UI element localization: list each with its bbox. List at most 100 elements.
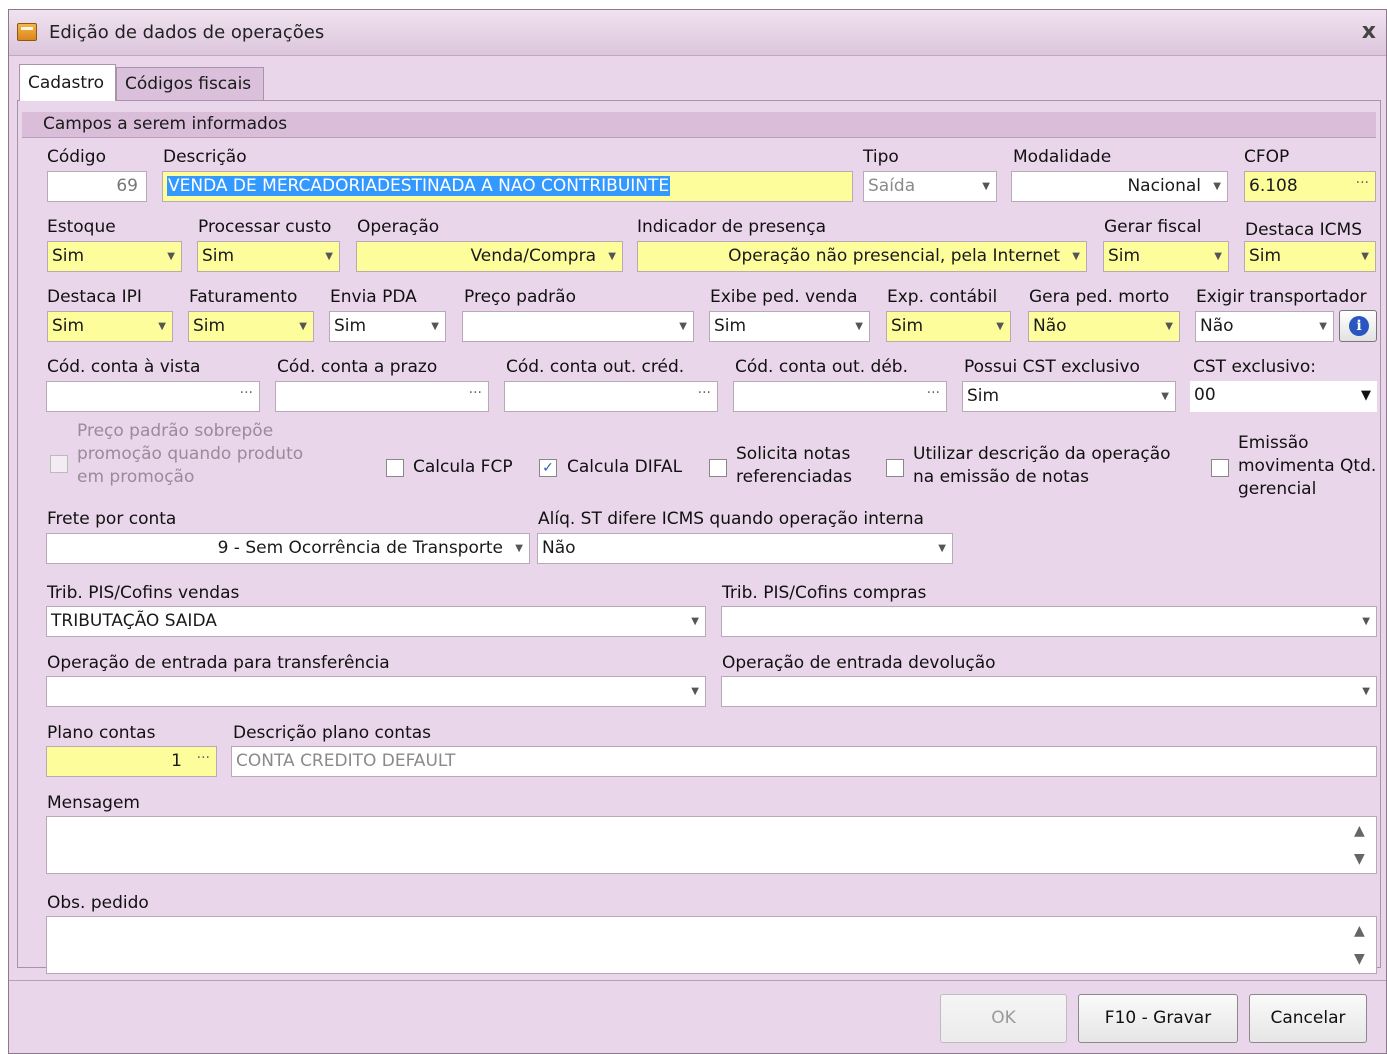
exigir-transportador-select[interactable]: Não ▼ [1195,311,1334,342]
scroll-down-icon[interactable]: ▼ [1354,851,1365,867]
frete-select[interactable]: 9 - Sem Ocorrência de Transporte ▼ [46,533,530,564]
destaca-icms-select[interactable]: Sim ▼ [1244,241,1376,272]
preco-sobrepoe-checkbox[interactable] [50,455,68,473]
cfop-label: CFOP [1244,147,1290,167]
estoque-select[interactable]: Sim ▼ [47,241,182,272]
entrada-devol-select[interactable]: ▼ [721,676,1377,707]
chevron-down-icon: ▼ [1161,391,1169,402]
emissao-movimenta-checkbox[interactable] [1211,459,1229,477]
ellipsis-icon[interactable]: ··· [1356,172,1369,198]
calcula-fcp-label: Calcula FCP [413,457,513,477]
preco-padrao-label: Preço padrão [464,287,576,307]
scroll-up-icon[interactable]: ▲ [1354,923,1365,939]
faturamento-value: Sim [193,316,226,336]
plano-contas-label: Plano contas [47,723,156,743]
plano-contas-field[interactable]: 1 ··· [46,746,217,777]
pis-vendas-select[interactable]: TRIBUTAÇÃO SAIDA ▼ [46,606,706,637]
possui-cst-select[interactable]: Sim ▼ [962,381,1176,412]
cfop-field[interactable]: 6.108 ··· [1244,171,1376,202]
ellipsis-icon[interactable]: ··· [197,747,210,773]
faturamento-select[interactable]: Sim ▼ [188,311,314,342]
modalidade-select[interactable]: Nacional ▼ [1011,171,1228,202]
ellipsis-icon[interactable]: ··· [469,382,482,408]
entrada-devol-label: Operação de entrada devolução [722,653,996,673]
cod-conta-out-cred-field[interactable]: ··· [504,381,718,412]
indicador-presenca-select[interactable]: Operação não presencial, pela Internet ▼ [637,241,1087,272]
envia-pda-select[interactable]: Sim ▼ [329,311,446,342]
operacao-label: Operação [357,217,440,237]
chevron-down-icon: ▼ [158,321,166,332]
window-title: Edição de dados de operações [49,22,325,43]
cod-conta-vista-field[interactable]: ··· [46,381,260,412]
processar-custo-select[interactable]: Sim ▼ [197,241,340,272]
cod-conta-vista-label: Cód. conta à vista [47,357,201,377]
gera-ped-morto-select[interactable]: Não ▼ [1028,311,1180,342]
descricao-label: Descrição [163,147,247,167]
calcula-difal-checkbox[interactable]: ✓ [539,459,557,477]
chevron-down-icon: ▼ [1319,321,1327,332]
pis-vendas-label: Trib. PIS/Cofins vendas [47,583,240,603]
ok-button[interactable]: OK [940,994,1067,1043]
chevron-down-icon: ▼ [1214,251,1222,262]
preco-sobrepoe-line3: em promoção [77,467,195,487]
scroll-up-icon[interactable]: ▲ [1354,823,1365,839]
info-button[interactable]: i [1339,310,1377,342]
cod-conta-out-deb-field[interactable]: ··· [733,381,947,412]
exp-contabil-select[interactable]: Sim ▼ [886,311,1011,342]
descricao-field[interactable]: VENDA DE MERCADORIADESTINADA A NAO CONTR… [162,171,853,202]
chevron-down-icon: ▼ [325,251,333,262]
utilizar-descricao-line1: Utilizar descrição da operação [913,444,1171,464]
preco-sobrepoe-line1: Preço padrão sobrepõe [77,421,274,441]
gerar-fiscal-value: Sim [1108,246,1141,266]
chevron-down-icon: ▼ [691,616,699,627]
ellipsis-icon[interactable]: ··· [698,382,711,408]
tipo-select[interactable]: Saída ▼ [863,171,997,202]
cod-conta-prazo-field[interactable]: ··· [275,381,489,412]
ellipsis-icon[interactable]: ··· [927,382,940,408]
gerar-fiscal-label: Gerar fiscal [1104,217,1202,237]
entrada-transf-select[interactable]: ▼ [46,676,706,707]
utilizar-descricao-checkbox[interactable] [886,459,904,477]
ellipsis-icon[interactable]: ··· [240,382,253,408]
descricao-plano-field[interactable]: CONTA CREDITO DEFAULT [231,746,1377,777]
chevron-down-icon: ▼ [515,543,523,554]
operacao-select[interactable]: Venda/Compra ▼ [356,241,623,272]
faturamento-label: Faturamento [189,287,298,307]
destaca-ipi-label: Destaca IPI [47,287,142,307]
estoque-label: Estoque [47,217,116,237]
cod-conta-out-deb-label: Cód. conta out. déb. [735,357,908,377]
solicita-notas-checkbox[interactable] [709,459,727,477]
exibe-ped-venda-label: Exibe ped. venda [710,287,858,307]
estoque-value: Sim [52,246,85,266]
descricao-plano-value: CONTA CREDITO DEFAULT [236,751,456,771]
mensagem-scrollbar[interactable]: ▲ ▼ [1350,817,1374,873]
aliq-st-select[interactable]: Não ▼ [537,533,953,564]
cst-exclusivo-label: CST exclusivo: [1193,357,1316,377]
preco-padrao-select[interactable]: ▼ [462,311,694,342]
chevron-down-icon: ▼ [299,321,307,332]
close-icon[interactable]: x [1362,19,1376,44]
calcula-fcp-checkbox[interactable] [386,459,404,477]
scroll-down-icon[interactable]: ▼ [1354,951,1365,967]
tab-cadastro[interactable]: Cadastro [19,64,116,101]
exigir-transportador-label: Exigir transportador [1196,287,1367,307]
exp-contabil-value: Sim [891,316,924,336]
tab-panel-cadastro: Campos a serem informados Código 69 Desc… [17,100,1381,974]
obs-pedido-scrollbar[interactable]: ▲ ▼ [1350,917,1374,973]
mensagem-textarea[interactable]: ▲ ▼ [46,816,1377,874]
gerar-fiscal-select[interactable]: Sim ▼ [1103,241,1229,272]
obs-pedido-textarea[interactable]: ▲ ▼ [46,916,1377,974]
gravar-button[interactable]: F10 - Gravar [1078,994,1238,1043]
pis-compras-select[interactable]: ▼ [721,606,1377,637]
codigo-value: 69 [116,176,138,196]
cst-exclusivo-select[interactable]: 00 ▼ [1190,381,1377,412]
exibe-ped-venda-select[interactable]: Sim ▼ [709,311,870,342]
processar-custo-value: Sim [202,246,235,266]
codigo-field[interactable]: 69 [47,171,147,202]
tab-codigos-fiscais[interactable]: Códigos fiscais [116,67,264,100]
destaca-ipi-select[interactable]: Sim ▼ [47,311,173,342]
cancelar-button[interactable]: Cancelar [1249,994,1367,1043]
chevron-down-icon: ▼ [1362,686,1370,697]
preco-sobrepoe-line2: promoção quando produto [77,444,304,464]
indicador-presenca-value: Operação não presencial, pela Internet [728,246,1060,266]
